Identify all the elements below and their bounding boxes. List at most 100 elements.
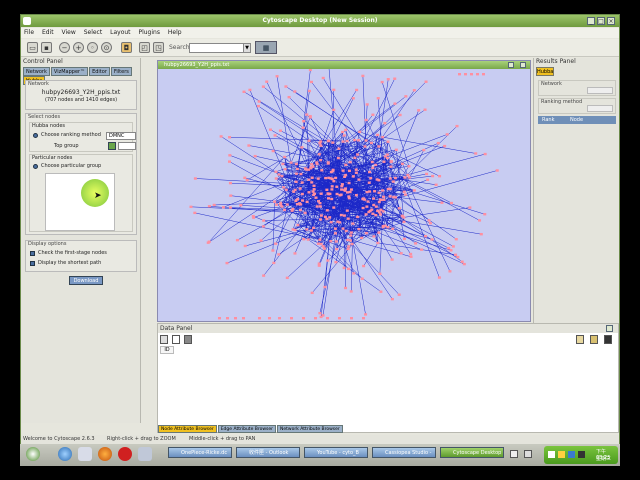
isolated-node[interactable] (226, 317, 229, 320)
network-node[interactable] (300, 192, 304, 196)
network-node[interactable] (348, 239, 352, 242)
tray-app-icon[interactable] (578, 451, 585, 458)
network-node[interactable] (398, 113, 402, 117)
network-node[interactable] (436, 141, 440, 145)
network-node[interactable] (321, 245, 325, 248)
network-node[interactable] (426, 178, 430, 181)
network-node[interactable] (344, 187, 348, 190)
network-node[interactable] (329, 240, 333, 243)
network-node[interactable] (225, 261, 229, 265)
shortest-path-checkbox[interactable] (30, 261, 35, 266)
top-group-input[interactable] (118, 142, 136, 150)
network-node[interactable] (389, 165, 393, 168)
network-node[interactable] (319, 214, 323, 217)
network-node[interactable] (334, 240, 338, 243)
network-node[interactable] (318, 238, 322, 241)
network-node[interactable] (321, 76, 325, 80)
network-node[interactable] (349, 231, 353, 234)
network-node[interactable] (381, 189, 385, 192)
network-node[interactable] (368, 170, 372, 174)
network-node[interactable] (449, 249, 453, 252)
network-node[interactable] (344, 163, 348, 167)
network-node[interactable] (357, 178, 361, 181)
network-graph-canvas[interactable] (158, 69, 530, 321)
network-node[interactable] (365, 190, 369, 194)
network-node[interactable] (407, 165, 411, 168)
network-node[interactable] (300, 146, 304, 149)
network-node[interactable] (373, 190, 377, 193)
network-node[interactable] (420, 248, 424, 251)
network-node[interactable] (348, 190, 352, 194)
network-node[interactable] (293, 228, 297, 232)
tray-icon-help[interactable] (524, 450, 532, 458)
network-node[interactable] (221, 206, 225, 209)
network-node[interactable] (346, 217, 350, 220)
network-node[interactable] (341, 169, 345, 172)
isolated-node[interactable] (302, 317, 305, 320)
network-node[interactable] (316, 242, 320, 245)
network-node[interactable] (315, 205, 319, 208)
network-node[interactable] (228, 181, 232, 185)
save-icon[interactable]: ▪ (41, 42, 52, 53)
tray-network-icon[interactable] (548, 451, 555, 458)
ranking-radio[interactable] (33, 133, 38, 138)
network-node[interactable] (344, 229, 348, 233)
network-node[interactable] (386, 78, 390, 81)
network-node[interactable] (389, 160, 393, 163)
network-node[interactable] (335, 247, 339, 251)
network-node[interactable] (377, 211, 381, 214)
network-node[interactable] (434, 183, 438, 186)
export-icon[interactable] (576, 335, 584, 344)
network-node[interactable] (330, 185, 334, 188)
network-node[interactable] (342, 214, 346, 217)
network-node[interactable] (207, 205, 211, 208)
data-panel-float-icon[interactable] (606, 325, 613, 332)
tab-network-attribute-browser[interactable]: Network Attribute Browser (277, 425, 343, 433)
network-node[interactable] (390, 258, 394, 261)
network-node[interactable] (367, 181, 371, 184)
network-node[interactable] (277, 253, 281, 256)
network-node[interactable] (403, 176, 407, 179)
network-node[interactable] (293, 90, 297, 93)
task-onepiece[interactable]: OnePiece-Ricke.dc (168, 447, 232, 458)
network-node[interactable] (351, 97, 355, 100)
network-node[interactable] (303, 211, 307, 215)
network-node[interactable] (331, 168, 335, 172)
network-node[interactable] (377, 145, 381, 148)
network-node[interactable] (376, 241, 380, 245)
network-node[interactable] (340, 183, 344, 186)
network-node[interactable] (386, 140, 390, 143)
network-node[interactable] (228, 206, 232, 209)
network-node[interactable] (364, 139, 368, 142)
network-node[interactable] (364, 231, 368, 235)
close-icon[interactable]: × (607, 17, 615, 25)
network-node[interactable] (261, 85, 265, 88)
network-node[interactable] (299, 203, 303, 206)
network-node[interactable] (289, 161, 293, 164)
network-node[interactable] (312, 226, 316, 230)
network-node[interactable] (440, 201, 444, 204)
network-node[interactable] (347, 181, 351, 185)
network-node[interactable] (243, 176, 247, 179)
network-node[interactable] (400, 162, 404, 166)
network-node[interactable] (364, 118, 368, 122)
network-node[interactable] (332, 88, 336, 92)
network-node[interactable] (341, 227, 345, 230)
task-outlook[interactable]: 收件匣 - Outlook (236, 447, 300, 458)
isolated-node[interactable] (464, 73, 467, 76)
network-node[interactable] (386, 187, 390, 191)
results-col-rank[interactable]: Rank (542, 116, 555, 124)
network-node[interactable] (318, 142, 322, 145)
network-node[interactable] (337, 147, 341, 150)
network-edge[interactable] (209, 156, 285, 242)
network-node[interactable] (363, 145, 367, 148)
network-node[interactable] (310, 162, 314, 166)
network-node[interactable] (372, 197, 376, 200)
network-node[interactable] (409, 252, 413, 256)
network-node[interactable] (310, 291, 314, 295)
network-node[interactable] (424, 80, 428, 83)
network-node[interactable] (307, 191, 311, 194)
firefox-icon[interactable] (98, 447, 112, 461)
network-node[interactable] (374, 163, 378, 167)
results-col-node[interactable]: Node (570, 116, 583, 124)
